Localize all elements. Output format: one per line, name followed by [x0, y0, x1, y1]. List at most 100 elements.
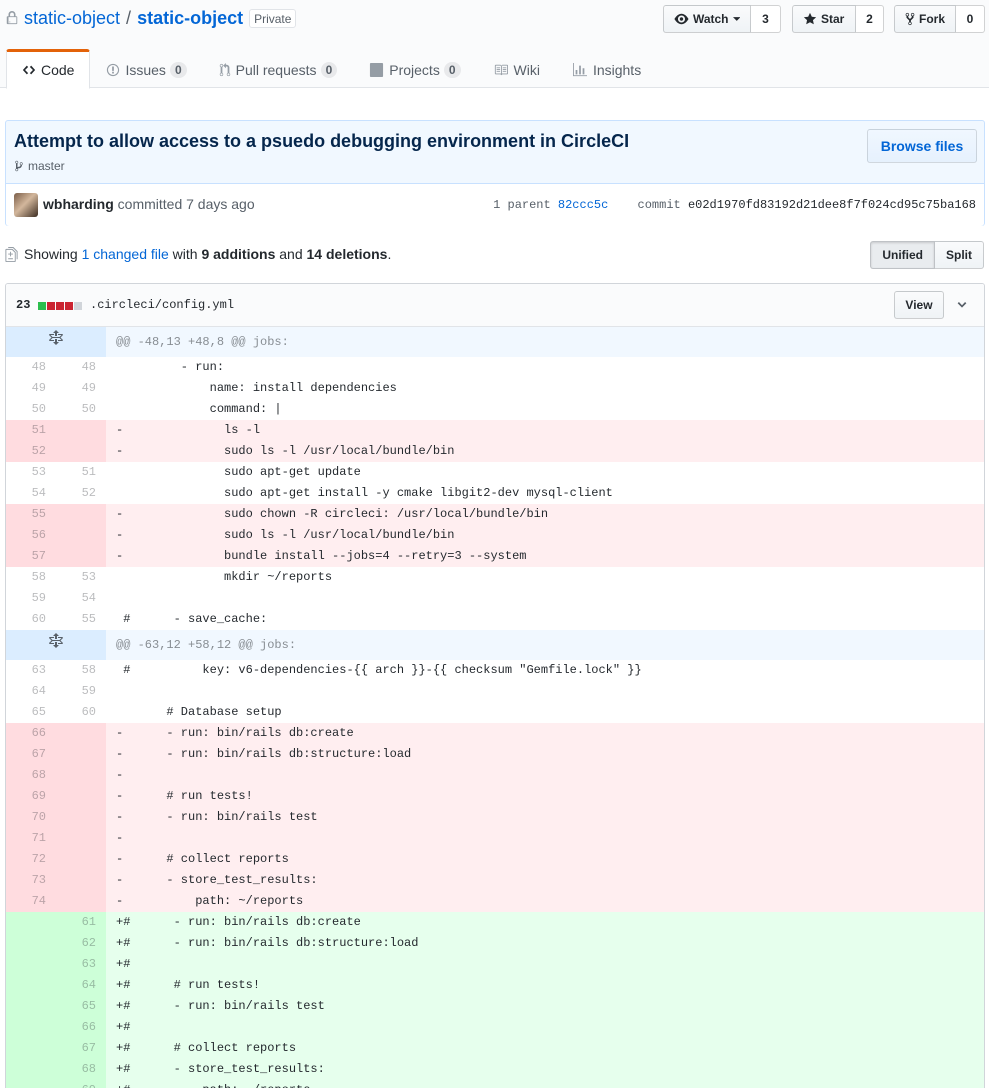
- new-line-number[interactable]: 59: [56, 681, 106, 702]
- parent-sha-link[interactable]: 82ccc5c: [558, 198, 608, 212]
- old-line-number[interactable]: 69: [6, 786, 56, 807]
- diff-line-row: 54 52 sudo apt-get install -y cmake libgi…: [6, 483, 984, 504]
- tab-issues[interactable]: Issues 0: [90, 49, 202, 89]
- new-line-number[interactable]: 48: [56, 357, 106, 378]
- old-line-number[interactable]: [6, 933, 56, 954]
- commit-branch[interactable]: master: [14, 159, 65, 173]
- changed-files-link[interactable]: 1 changed file: [82, 246, 169, 262]
- old-line-number[interactable]: 58: [6, 567, 56, 588]
- new-line-number[interactable]: 62: [56, 933, 106, 954]
- old-line-number[interactable]: 49: [6, 378, 56, 399]
- old-line-number[interactable]: 59: [6, 588, 56, 609]
- old-line-number[interactable]: 67: [6, 744, 56, 765]
- new-line-number[interactable]: [56, 870, 106, 891]
- old-line-number[interactable]: 56: [6, 525, 56, 546]
- old-line-number[interactable]: 52: [6, 441, 56, 462]
- split-button[interactable]: Split: [935, 241, 984, 269]
- new-line-number[interactable]: [56, 828, 106, 849]
- new-line-number[interactable]: 61: [56, 912, 106, 933]
- browse-files-button[interactable]: Browse files: [867, 129, 977, 163]
- new-line-number[interactable]: 53: [56, 567, 106, 588]
- old-line-number[interactable]: [6, 1017, 56, 1038]
- repo-owner-link[interactable]: static-object: [24, 8, 120, 29]
- old-line-number[interactable]: 55: [6, 504, 56, 525]
- new-line-number[interactable]: 49: [56, 378, 106, 399]
- new-line-number[interactable]: 64: [56, 975, 106, 996]
- fork-count[interactable]: 0: [956, 5, 985, 33]
- new-line-number[interactable]: 63: [56, 954, 106, 975]
- new-line-number[interactable]: 54: [56, 588, 106, 609]
- new-line-number[interactable]: 58: [56, 660, 106, 681]
- tab-wiki[interactable]: Wiki: [477, 49, 556, 89]
- new-line-number[interactable]: [56, 891, 106, 912]
- tab-pull-requests[interactable]: Pull requests 0: [203, 49, 354, 89]
- old-line-number[interactable]: 53: [6, 462, 56, 483]
- old-line-number[interactable]: 68: [6, 765, 56, 786]
- old-line-number[interactable]: 50: [6, 399, 56, 420]
- new-line-number[interactable]: 68: [56, 1059, 106, 1080]
- diff-line-row: 68 -: [6, 765, 984, 786]
- old-line-number[interactable]: 65: [6, 702, 56, 723]
- old-line-number[interactable]: [6, 1059, 56, 1080]
- file-name-link[interactable]: .circleci/config.yml: [90, 298, 234, 312]
- new-line-number[interactable]: 67: [56, 1038, 106, 1059]
- old-line-number[interactable]: [6, 912, 56, 933]
- watch-button[interactable]: Watch: [663, 5, 751, 33]
- old-line-number[interactable]: 57: [6, 546, 56, 567]
- diff-line-row: 49 49 name: install dependencies: [6, 378, 984, 399]
- new-line-number[interactable]: [56, 546, 106, 567]
- old-line-number[interactable]: [6, 975, 56, 996]
- watch-label: Watch: [692, 12, 729, 26]
- new-line-number[interactable]: 66: [56, 1017, 106, 1038]
- author-link[interactable]: wbharding: [43, 196, 114, 212]
- old-line-number[interactable]: [6, 1080, 56, 1088]
- old-line-number[interactable]: 73: [6, 870, 56, 891]
- star-count[interactable]: 2: [856, 5, 884, 33]
- new-line-number[interactable]: [56, 525, 106, 546]
- tab-insights[interactable]: Insights: [556, 49, 657, 89]
- watch-count[interactable]: 3: [751, 5, 781, 33]
- old-line-number[interactable]: 70: [6, 807, 56, 828]
- new-line-number[interactable]: [56, 786, 106, 807]
- fork-button[interactable]: Fork: [894, 5, 956, 33]
- new-line-number[interactable]: 60: [56, 702, 106, 723]
- tab-code[interactable]: Code: [6, 49, 91, 89]
- expand-lines-button[interactable]: [6, 630, 106, 660]
- new-line-number[interactable]: [56, 723, 106, 744]
- old-line-number[interactable]: [6, 996, 56, 1017]
- new-line-number[interactable]: [56, 744, 106, 765]
- expand-lines-button[interactable]: [6, 327, 106, 357]
- new-line-number[interactable]: 55: [56, 609, 106, 630]
- old-line-number[interactable]: 51: [6, 420, 56, 441]
- new-line-number[interactable]: [56, 504, 106, 525]
- old-line-number[interactable]: 48: [6, 357, 56, 378]
- chevron-down-icon[interactable]: [956, 298, 968, 312]
- old-line-number[interactable]: [6, 1038, 56, 1059]
- new-line-number[interactable]: [56, 849, 106, 870]
- new-line-number[interactable]: [56, 441, 106, 462]
- old-line-number[interactable]: 66: [6, 723, 56, 744]
- new-line-number[interactable]: [56, 420, 106, 441]
- old-line-number[interactable]: 71: [6, 828, 56, 849]
- new-line-number[interactable]: [56, 807, 106, 828]
- new-line-number[interactable]: [56, 765, 106, 786]
- old-line-number[interactable]: 60: [6, 609, 56, 630]
- old-line-number[interactable]: 72: [6, 849, 56, 870]
- old-line-number[interactable]: 63: [6, 660, 56, 681]
- tab-projects[interactable]: Projects 0: [353, 49, 476, 89]
- new-line-number[interactable]: 52: [56, 483, 106, 504]
- new-line-number[interactable]: 50: [56, 399, 106, 420]
- new-line-number[interactable]: 51: [56, 462, 106, 483]
- diff-line-row: 67 - - run: bin/rails db:structure:load: [6, 744, 984, 765]
- old-line-number[interactable]: 64: [6, 681, 56, 702]
- star-button[interactable]: Star: [792, 5, 856, 33]
- old-line-number[interactable]: 74: [6, 891, 56, 912]
- unified-button[interactable]: Unified: [870, 241, 935, 269]
- old-line-number[interactable]: [6, 954, 56, 975]
- view-file-button[interactable]: View: [894, 291, 944, 319]
- repo-name-link[interactable]: static-object: [137, 8, 243, 29]
- old-line-number[interactable]: 54: [6, 483, 56, 504]
- avatar[interactable]: [14, 193, 38, 217]
- new-line-number[interactable]: 69: [56, 1080, 106, 1088]
- new-line-number[interactable]: 65: [56, 996, 106, 1017]
